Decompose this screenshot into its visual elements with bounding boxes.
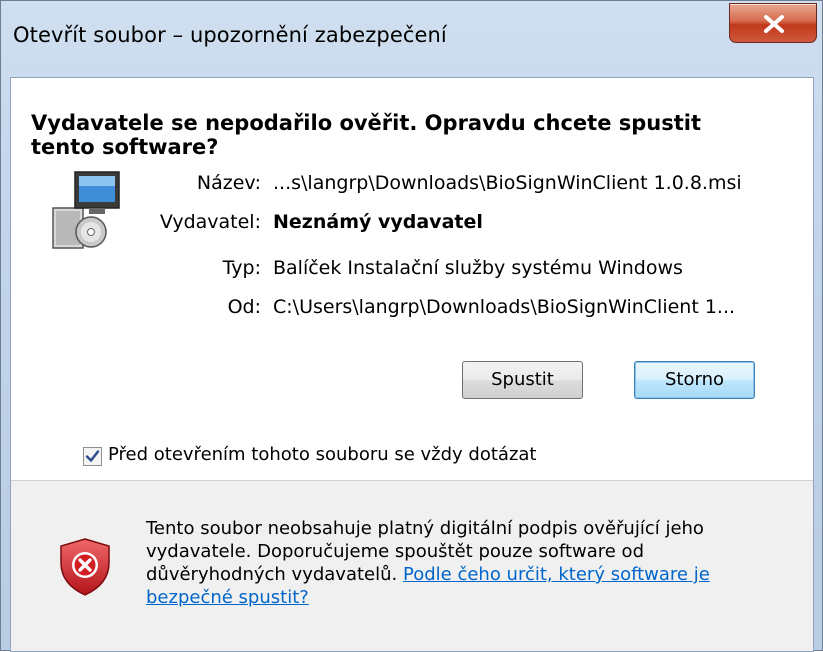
- always-ask-label[interactable]: Před otevřením tohoto souboru se vždy do…: [108, 444, 537, 465]
- checkmark-icon: [85, 450, 100, 462]
- warning-footer: Tento soubor neobsahuje platný digitální…: [11, 481, 813, 651]
- run-button[interactable]: Spustit: [462, 361, 583, 399]
- always-ask-checkbox[interactable]: [83, 447, 102, 466]
- title-bar[interactable]: Otevřít soubor – upozornění zabezpečení: [1, 1, 822, 77]
- cancel-button[interactable]: Storno: [634, 361, 755, 399]
- from-value: C:\Users\langrp\Downloads\BioSignWinClie…: [273, 296, 736, 318]
- type-value: Balíček Instalační služby systému Window…: [273, 257, 683, 279]
- publisher-value: Neznámý vydavatel: [273, 211, 483, 233]
- dialog-content: Vydavatele se nepodařilo ověřit. Opravdu…: [10, 77, 814, 652]
- footer-text: Tento soubor neobsahuje platný digitální…: [146, 517, 756, 609]
- close-button[interactable]: [729, 3, 817, 43]
- security-warning-shield-icon: [60, 538, 110, 596]
- type-label: Typ:: [222, 257, 261, 279]
- window-title: Otevřít soubor – upozornění zabezpečení: [13, 23, 447, 47]
- warning-heading: Vydavatele se nepodařilo ověřit. Opravdu…: [31, 111, 702, 159]
- name-value: ...s\langrp\Downloads\BioSignWinClient 1…: [273, 172, 742, 194]
- dialog-window: Otevřít soubor – upozornění zabezpečení …: [0, 0, 823, 652]
- close-x-icon: [764, 15, 784, 33]
- from-label: Od:: [227, 296, 261, 318]
- name-label: Název:: [196, 172, 261, 194]
- publisher-label: Vydavatel:: [159, 211, 261, 233]
